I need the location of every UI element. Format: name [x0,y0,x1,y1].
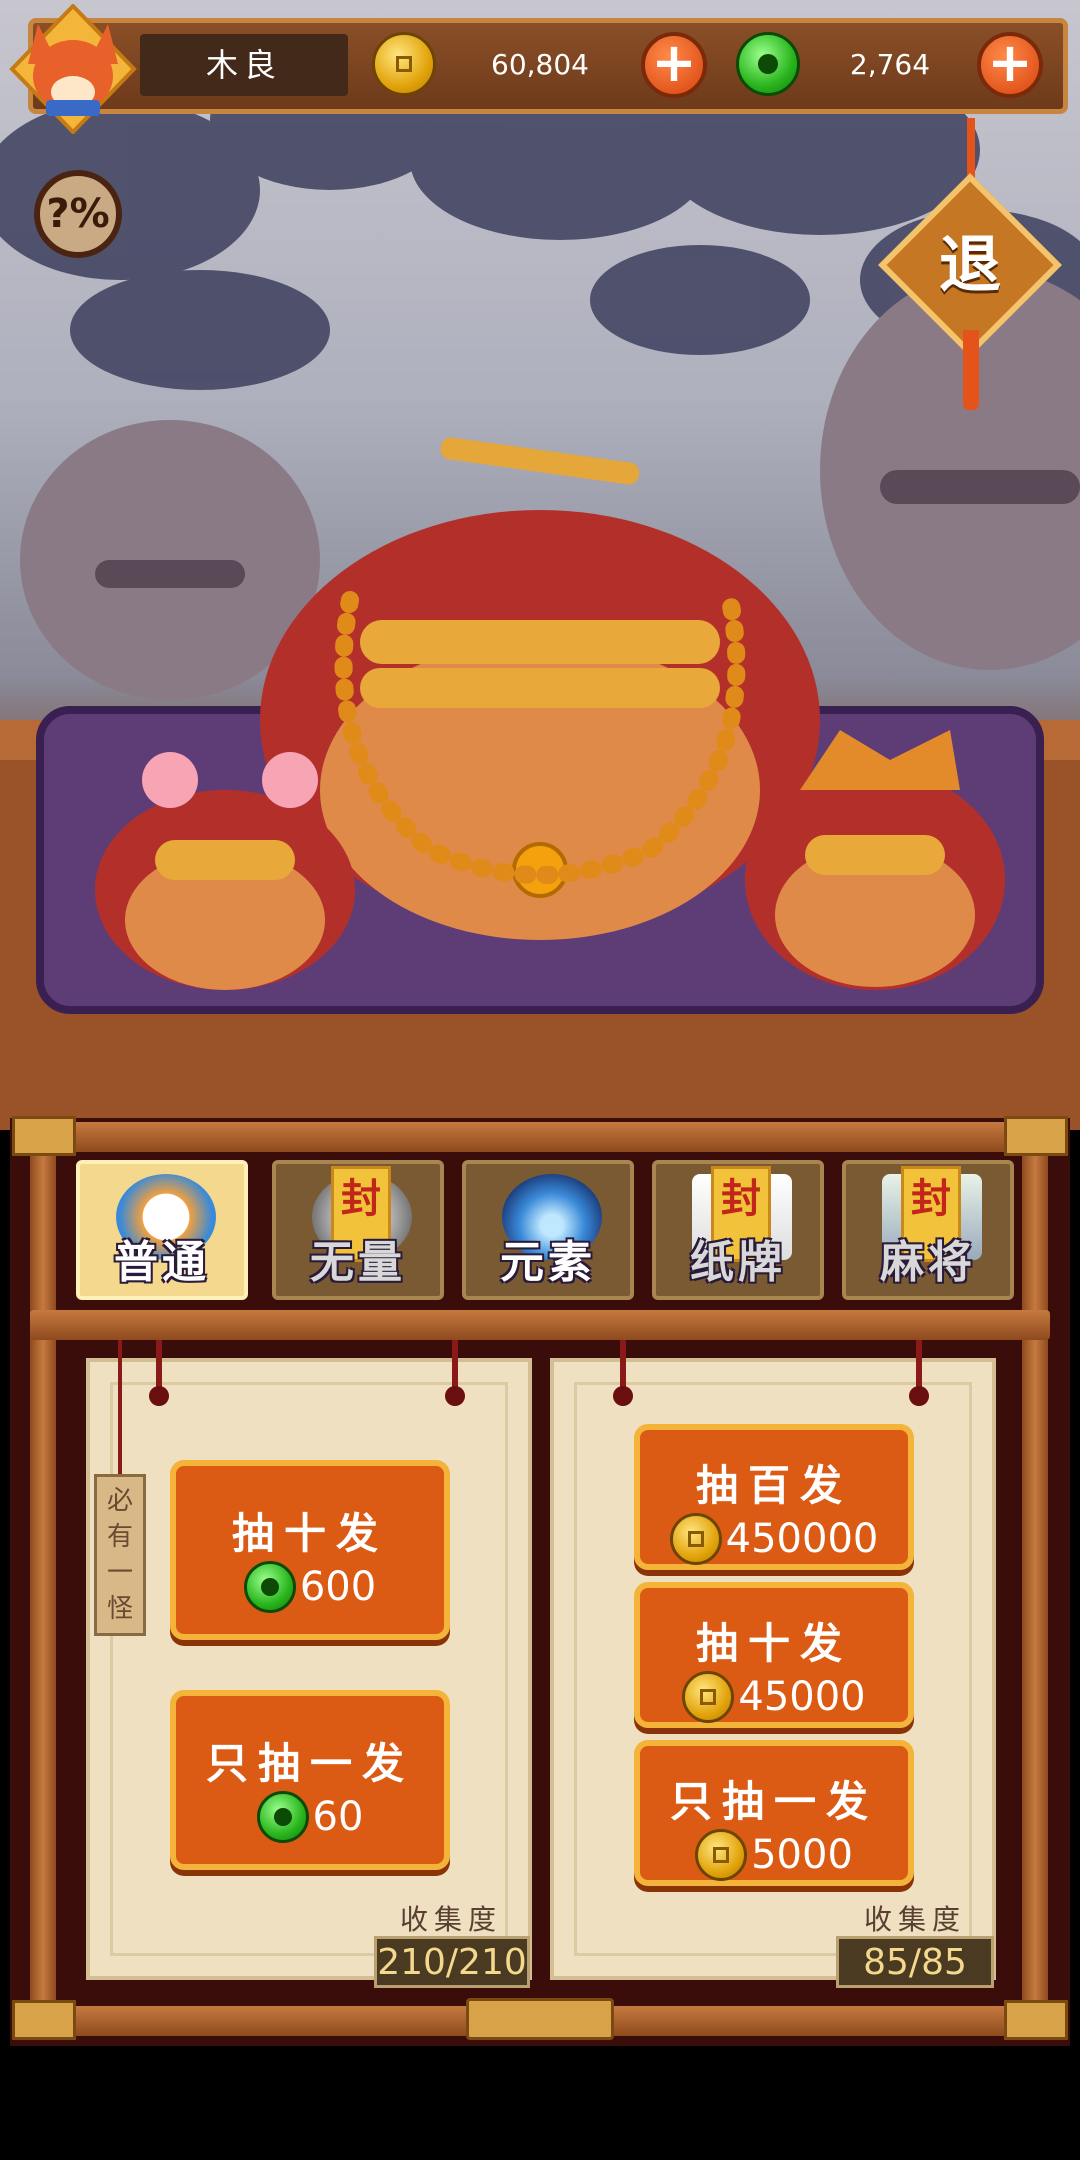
collection-label: 收集度 [864,1903,967,1936]
frame-middle [30,1310,1050,1340]
tag-string [118,1340,122,1476]
frame-corner [12,2000,76,2040]
jade-coin-icon [243,1561,296,1613]
frame-top [30,1122,1050,1152]
draw-hundred-gold-button[interactable]: 抽百发 450000 [634,1424,914,1570]
frame-left [30,1140,56,2020]
frame-corner [12,1116,76,1156]
gold-coin-icon [695,1829,748,1881]
drop-rate-button[interactable]: ?% [34,170,122,258]
tab-label: 无量 [310,1237,406,1288]
tab-element[interactable]: 元素 [462,1160,634,1300]
scene-art [0,50,1080,1130]
gold-coin-icon [682,1671,735,1723]
frame-corner [1004,2000,1068,2040]
frame-corner [1004,1116,1068,1156]
player-avatar[interactable] [8,3,138,135]
button-title: 只抽一发 [205,1739,414,1788]
button-price: 60 [176,1791,444,1843]
scroll-peg [909,1340,929,1406]
top-hud: 木良 60,804 + 2,764 + [0,0,1080,135]
button-price: 45000 [640,1671,908,1723]
price-value: 60 [312,1794,364,1840]
add-gold-button[interactable]: + [641,32,707,98]
gold-balance: 60,804 [491,48,589,81]
exit-button[interactable]: 退 [905,200,1035,330]
button-title: 抽十发 [695,1619,852,1668]
draw-one-jade-button[interactable]: 只抽一发 60 [170,1690,450,1870]
draw-ten-jade-button[interactable]: 抽十发 600 [170,1460,450,1640]
tab-normal[interactable]: 普通 [76,1160,248,1300]
scroll-peg [613,1340,633,1406]
scroll-peg [149,1340,169,1406]
fox-avatar-icon [9,3,137,135]
tab-label: 麻将 [880,1237,976,1288]
tab-label: 纸牌 [690,1237,786,1288]
button-title: 抽十发 [231,1509,388,1558]
price-value: 45000 [738,1674,866,1720]
button-price: 450000 [640,1513,908,1565]
gold-coin-icon [669,1513,722,1565]
player-name: 木良 [140,34,348,96]
add-jade-button[interactable]: + [977,32,1043,98]
draw-ten-gold-button[interactable]: 抽十发 45000 [634,1582,914,1728]
draw-one-gold-button[interactable]: 只抽一发 5000 [634,1740,914,1886]
frame-right [1022,1140,1048,2020]
button-title: 只抽一发 [669,1777,878,1826]
price-value: 600 [299,1564,377,1610]
tab-boundless[interactable]: 封 无量 [272,1160,444,1300]
exit-tassel [963,330,979,410]
tab-mahjong[interactable]: 封 麻将 [842,1160,1014,1300]
scroll-peg [445,1340,465,1406]
price-value: 5000 [751,1832,853,1878]
frame-latch [466,1998,614,2040]
tab-cards[interactable]: 封 纸牌 [652,1160,824,1300]
left-scroll-panel [86,1358,532,1980]
guarantee-tag: 必有一怪 [94,1474,146,1636]
gold-coin-icon [372,32,436,96]
jade-balance: 2,764 [849,48,931,81]
button-title: 抽百发 [695,1461,852,1510]
jade-coin-icon [736,32,800,96]
collection-progress: 210/210 [374,1936,530,1988]
collection-label: 收集度 [400,1903,503,1936]
collection-progress: 85/85 [836,1936,994,1988]
tab-label: 普通 [114,1237,210,1288]
price-value: 450000 [725,1516,879,1562]
button-price: 5000 [640,1829,908,1881]
gacha-scene [0,0,1080,1130]
tab-label: 元素 [500,1237,596,1288]
button-price: 600 [176,1561,444,1613]
jade-coin-icon [256,1791,309,1843]
